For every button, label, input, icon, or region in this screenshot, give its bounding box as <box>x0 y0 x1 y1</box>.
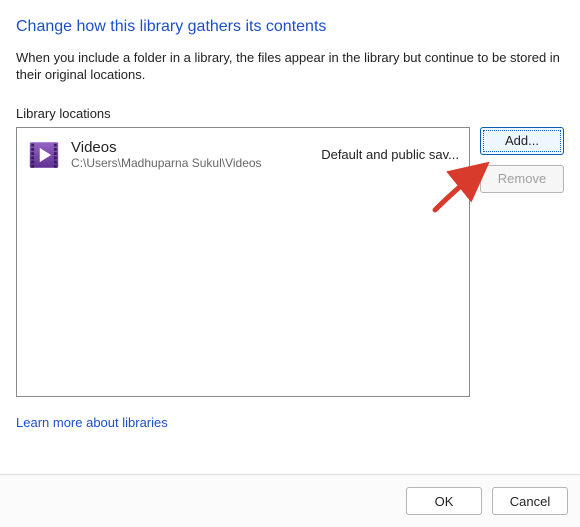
library-locations-label: Library locations <box>16 106 564 121</box>
dialog-content: Change how this library gathers its cont… <box>0 0 580 474</box>
add-button[interactable]: Add... <box>480 127 564 155</box>
remove-button[interactable]: Remove <box>480 165 564 193</box>
videos-folder-icon <box>27 138 61 172</box>
location-path: C:\Users\Madhuparna Sukul\Videos <box>71 156 303 170</box>
location-name: Videos <box>71 139 303 156</box>
locations-row: Videos C:\Users\Madhuparna Sukul\Videos … <box>16 127 564 397</box>
cancel-button[interactable]: Cancel <box>492 487 568 515</box>
learn-more-link[interactable]: Learn more about libraries <box>16 415 168 430</box>
dialog-footer: OK Cancel <box>0 475 580 527</box>
action-buttons: Add... Remove <box>480 127 564 193</box>
ok-button[interactable]: OK <box>406 487 482 515</box>
library-locations-listbox[interactable]: Videos C:\Users\Madhuparna Sukul\Videos … <box>16 127 470 397</box>
page-title: Change how this library gathers its cont… <box>16 18 564 36</box>
description-text: When you include a folder in a library, … <box>16 50 564 84</box>
list-item[interactable]: Videos C:\Users\Madhuparna Sukul\Videos … <box>17 128 469 182</box>
list-item-text: Videos C:\Users\Madhuparna Sukul\Videos <box>71 139 303 170</box>
location-badge: Default and public sav... <box>321 147 459 162</box>
